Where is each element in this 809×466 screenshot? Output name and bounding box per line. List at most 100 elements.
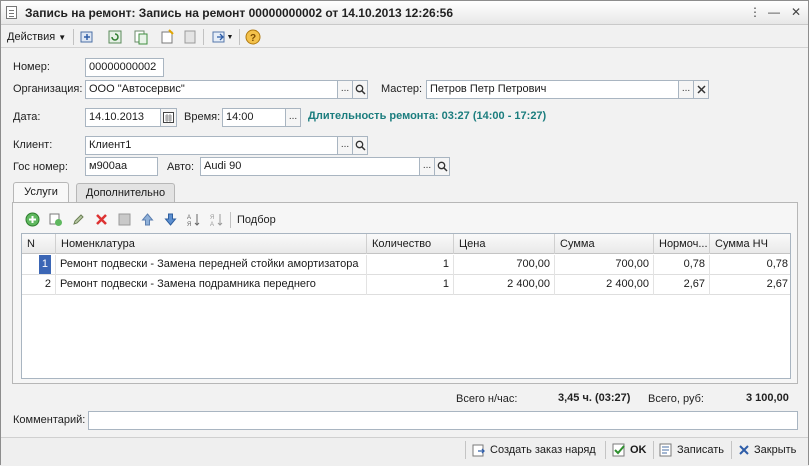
calendar-icon — [163, 112, 174, 123]
cell-norm-hours[interactable]: 2,67 — [654, 275, 710, 295]
total-sum-value: 3 100,00 — [746, 392, 789, 404]
auto-search-button[interactable] — [435, 157, 450, 176]
plate-field[interactable]: м900аа — [85, 157, 158, 176]
search-icon — [437, 161, 448, 172]
delete-row-button[interactable] — [92, 210, 110, 228]
actions-menu[interactable]: Действия ▼ — [7, 29, 66, 45]
cell-norm-hours-sum[interactable]: 0,78 — [710, 255, 790, 275]
column-header-price[interactable]: Цена — [454, 234, 555, 254]
actions-menu-label: Действия — [7, 31, 56, 43]
print-button[interactable] — [181, 28, 199, 46]
create-based-icon — [161, 29, 174, 44]
close-label: Закрыть — [754, 444, 797, 456]
footer-separator — [731, 441, 732, 459]
cell-n: 1 — [22, 255, 56, 275]
main-toolbar: Действия ▼ ▼ ? — [1, 26, 808, 48]
time-select-button[interactable]: ... — [286, 108, 301, 127]
cell-nomenclature[interactable]: Ремонт подвески - Замена подрамника пере… — [56, 275, 367, 295]
end-edit-button[interactable] — [115, 210, 133, 228]
svg-text:Я: Я — [187, 222, 191, 227]
refresh-button[interactable] — [106, 28, 124, 46]
cell-norm-hours[interactable]: 0,78 — [654, 255, 710, 275]
tab-additional[interactable]: Дополнительно — [76, 183, 175, 203]
save-button[interactable]: Записать — [659, 440, 724, 460]
close-window-button[interactable]: ✕ — [788, 5, 804, 20]
dropdown-arrow-icon: ▼ — [226, 33, 234, 41]
cell-n[interactable]: 2 — [22, 275, 56, 295]
add-icon — [25, 212, 39, 226]
plate-label: Гос номер: — [13, 161, 68, 173]
go-to-icon — [212, 31, 225, 43]
copy-row-button[interactable] — [46, 210, 64, 228]
column-header-quantity[interactable]: Количество — [367, 234, 454, 254]
auto-select-button[interactable]: ... — [420, 157, 435, 176]
maximize-button[interactable] — [767, 5, 783, 20]
calendar-button[interactable] — [161, 108, 177, 127]
post-document-button[interactable] — [78, 28, 96, 46]
organization-search-button[interactable] — [353, 80, 368, 99]
ok-icon — [612, 443, 625, 457]
cell-norm-hours-sum[interactable]: 2,67 — [710, 275, 790, 295]
move-down-button[interactable] — [161, 210, 179, 228]
close-icon — [739, 445, 749, 455]
column-header-n[interactable]: N — [22, 234, 56, 254]
number-field[interactable]: 00000000002 — [85, 58, 164, 77]
cell-sum[interactable]: 2 400,00 — [555, 275, 654, 295]
svg-text:A: A — [187, 215, 191, 221]
title-bar: Запись на ремонт: Запись на ремонт 00000… — [1, 1, 808, 25]
table-row[interactable]: 2 Ремонт подвески - Замена подрамника пе… — [22, 275, 790, 295]
edit-row-button[interactable] — [69, 210, 87, 228]
column-header-norm-hours-sum[interactable]: Сумма НЧ — [710, 234, 790, 254]
table-row[interactable]: 1 Ремонт подвески - Замена передней стой… — [22, 255, 790, 275]
client-search-button[interactable] — [353, 136, 368, 155]
auto-field[interactable]: Audi 90 — [200, 157, 420, 176]
cell-price[interactable]: 2 400,00 — [454, 275, 555, 295]
footer-separator — [465, 441, 466, 459]
sort-descending-button[interactable]: ЯA — [207, 210, 225, 228]
total-hours-label: Всего н/час: — [456, 393, 518, 405]
client-field[interactable]: Клиент1 — [85, 136, 338, 155]
sort-ascending-button[interactable]: AЯ — [184, 210, 202, 228]
cell-quantity[interactable]: 1 — [367, 275, 454, 295]
master-field[interactable]: Петров Петр Петрович — [426, 80, 679, 99]
panel-toolbar-separator — [230, 212, 231, 228]
menu-icon[interactable]: ⋮ — [747, 5, 763, 20]
close-button[interactable]: Закрыть — [738, 440, 796, 460]
copy-button[interactable] — [132, 28, 150, 46]
print-icon — [184, 30, 196, 44]
time-field[interactable]: 14:00 — [222, 108, 286, 127]
delete-icon — [95, 213, 107, 225]
date-field[interactable]: 14.10.2013 — [85, 108, 161, 127]
move-up-button[interactable] — [138, 210, 156, 228]
create-based-on-button[interactable] — [158, 28, 176, 46]
cell-quantity[interactable]: 1 — [367, 255, 454, 275]
help-button[interactable]: ? — [244, 28, 262, 46]
cell-price[interactable]: 700,00 — [454, 255, 555, 275]
ok-button[interactable]: OK — [612, 440, 647, 460]
organization-label: Организация: — [13, 83, 83, 95]
column-header-sum[interactable]: Сумма — [555, 234, 654, 254]
date-label: Дата: — [13, 111, 41, 123]
add-row-button[interactable] — [23, 210, 41, 228]
column-header-nomenclature[interactable]: Номенклатура — [56, 234, 367, 254]
cell-nomenclature[interactable]: Ремонт подвески - Замена передней стойки… — [56, 255, 367, 275]
create-order-button[interactable]: Создать заказ наряд — [472, 440, 596, 460]
tab-services[interactable]: Услуги — [13, 182, 69, 203]
comment-field[interactable] — [88, 411, 798, 430]
footer-separator — [605, 441, 606, 459]
auto-label: Авто: — [167, 161, 195, 173]
podbor-button[interactable]: Подбор — [237, 214, 276, 226]
total-sum-label: Всего, руб: — [648, 393, 704, 405]
client-label: Клиент: — [13, 139, 53, 151]
go-to-menu-button[interactable]: ▼ — [209, 28, 235, 46]
organization-select-button[interactable]: ... — [338, 80, 353, 99]
master-clear-button[interactable] — [694, 80, 709, 99]
organization-field[interactable]: ООО "Автосервис" — [85, 80, 338, 99]
services-table[interactable]: N Номенклатура Количество Цена Сумма Нор… — [21, 233, 791, 379]
cell-sum[interactable]: 700,00 — [555, 255, 654, 275]
master-label: Мастер: — [381, 83, 423, 95]
client-select-button[interactable]: ... — [338, 136, 353, 155]
master-select-button[interactable]: ... — [679, 80, 694, 99]
selected-cell[interactable]: 1 — [38, 255, 51, 274]
column-header-norm-hours[interactable]: Нормоч... — [654, 234, 710, 254]
